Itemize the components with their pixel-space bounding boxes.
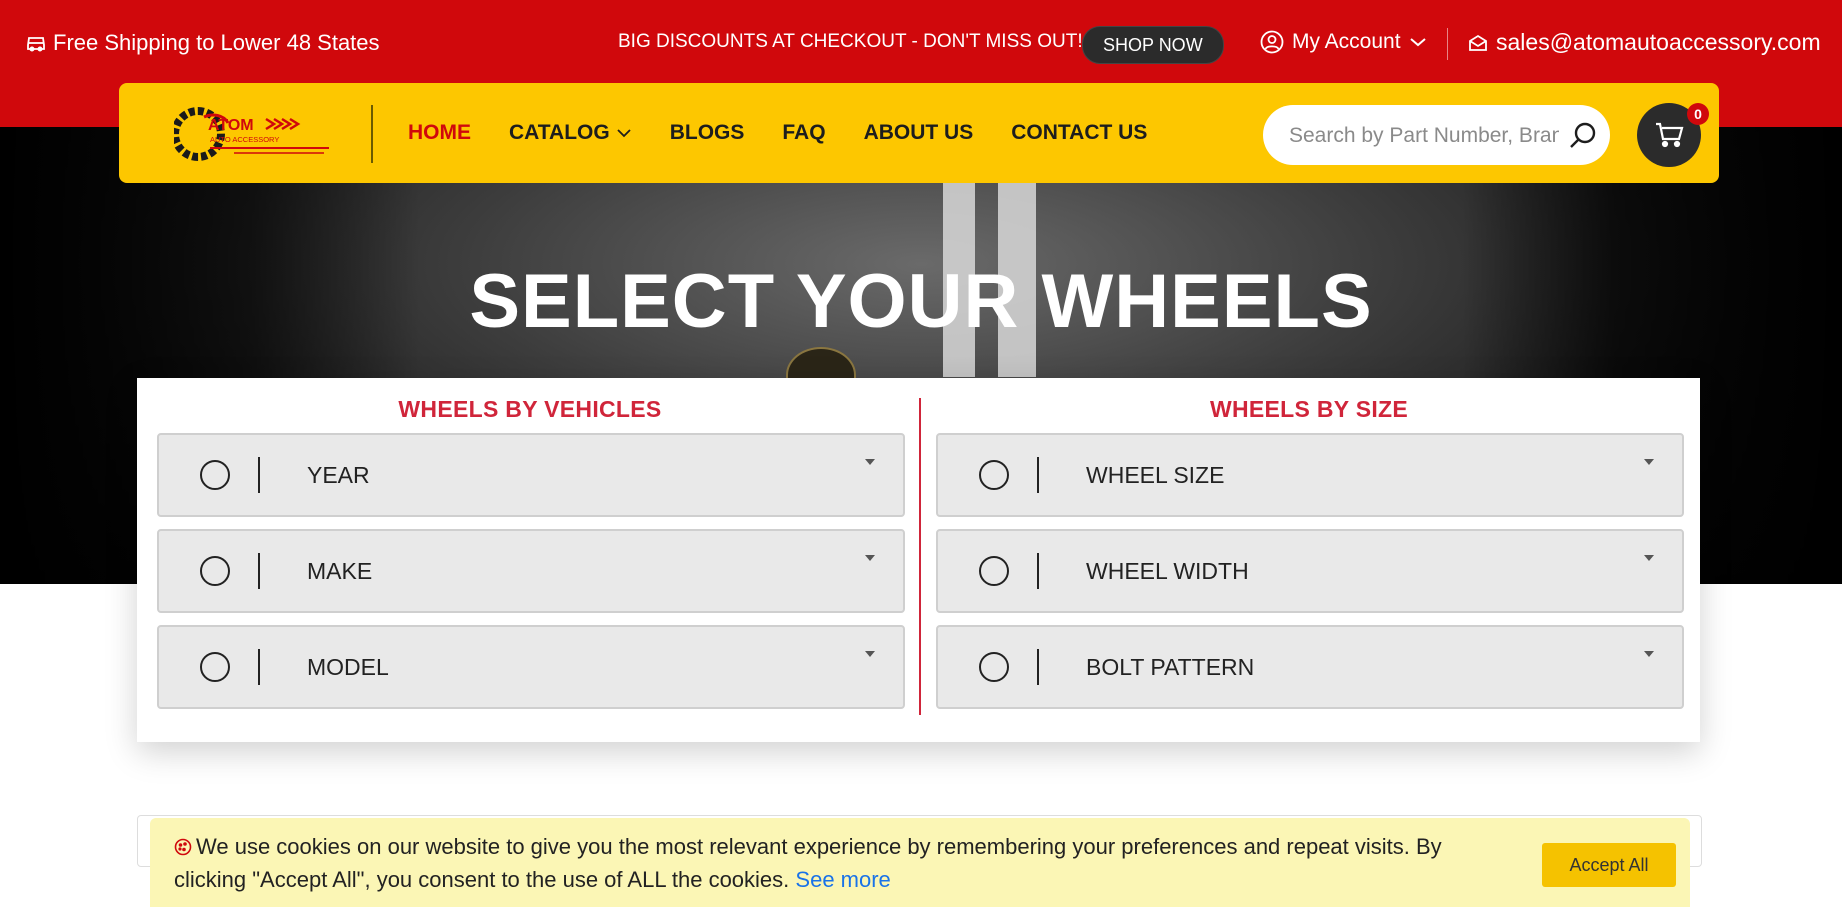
wheels-by-vehicles-heading: WHEELS BY VEHICLES bbox=[398, 396, 662, 422]
caret-down-icon bbox=[865, 459, 875, 465]
logo-graphic: ATOM AUTO ACCESSORY bbox=[171, 107, 329, 161]
truck-icon bbox=[27, 37, 45, 52]
wheels-by-vehicles-section: WHEELS BY VEHICLES YEAR MAKE MODEL bbox=[157, 396, 905, 709]
wheel-size-radio[interactable] bbox=[979, 460, 1009, 490]
model-label: MODEL bbox=[307, 654, 389, 680]
caret-down-icon bbox=[1644, 555, 1654, 561]
my-account-label: My Account bbox=[1292, 30, 1401, 53]
nav-catalog-label: CATALOG bbox=[509, 121, 610, 144]
wheel-size-label: WHEEL SIZE bbox=[1086, 462, 1225, 488]
nav-home[interactable]: HOME bbox=[408, 121, 471, 145]
make-radio[interactable] bbox=[200, 556, 230, 586]
mail-icon bbox=[1469, 34, 1487, 51]
user-circle-icon bbox=[1260, 30, 1284, 54]
model-radio[interactable] bbox=[200, 652, 230, 682]
accept-all-button[interactable]: Accept All bbox=[1542, 843, 1676, 887]
make-select[interactable]: MAKE bbox=[157, 529, 905, 613]
caret-down-icon bbox=[1644, 459, 1654, 465]
field-separator bbox=[258, 649, 260, 685]
email-address: sales@atomautoaccessory.com bbox=[1496, 29, 1821, 55]
chevron-down-icon bbox=[617, 129, 631, 138]
shop-now-button[interactable]: SHOP NOW bbox=[1082, 26, 1224, 64]
cart-count-badge: 0 bbox=[1687, 103, 1709, 125]
wheel-selector-panel: WHEELS BY VEHICLES YEAR MAKE MODEL WHEEL… bbox=[137, 378, 1700, 742]
svg-text:ATOM: ATOM bbox=[208, 117, 254, 134]
search-box bbox=[1263, 105, 1610, 165]
make-label: MAKE bbox=[307, 558, 373, 584]
nav-divider bbox=[371, 105, 373, 163]
bolt-pattern-select[interactable]: BOLT PATTERN bbox=[936, 625, 1684, 709]
free-shipping-text: Free Shipping to Lower 48 States bbox=[53, 30, 380, 55]
cart-icon bbox=[1656, 122, 1684, 148]
main-navbar: ATOM AUTO ACCESSORY HOME CATALOG BLOGS F… bbox=[119, 83, 1719, 183]
cart-button[interactable]: 0 bbox=[1637, 103, 1709, 167]
year-select[interactable]: YEAR bbox=[157, 433, 905, 517]
search-button[interactable] bbox=[1568, 121, 1598, 156]
free-shipping-notice: Free Shipping to Lower 48 States bbox=[25, 30, 380, 56]
topbar-separator bbox=[1447, 28, 1448, 60]
model-select[interactable]: MODEL bbox=[157, 625, 905, 709]
hero-title: SELECT YOUR WHEELS bbox=[469, 259, 1373, 344]
wheel-width-label: WHEEL WIDTH bbox=[1086, 558, 1249, 584]
search-input[interactable] bbox=[1287, 119, 1561, 153]
field-separator bbox=[258, 457, 260, 493]
field-separator bbox=[1037, 649, 1039, 685]
promo-text: BIG DISCOUNTS AT CHECKOUT - DON'T MISS O… bbox=[618, 31, 1083, 52]
wheels-by-size-section: WHEELS BY SIZE WHEEL SIZE WHEEL WIDTH BO… bbox=[936, 396, 1684, 709]
nav-links: HOME CATALOG BLOGS FAQ ABOUT US CONTACT … bbox=[408, 121, 1147, 145]
cookie-banner: We use cookies on our website to give yo… bbox=[150, 818, 1690, 907]
bolt-pattern-radio[interactable] bbox=[979, 652, 1009, 682]
field-separator bbox=[258, 553, 260, 589]
wheel-width-radio[interactable] bbox=[979, 556, 1009, 586]
nav-catalog[interactable]: CATALOG bbox=[509, 121, 632, 145]
cookie-message: We use cookies on our website to give yo… bbox=[174, 830, 1494, 896]
see-more-link[interactable]: See more bbox=[795, 867, 890, 892]
wheels-by-size-heading: WHEELS BY SIZE bbox=[1209, 396, 1409, 422]
caret-down-icon bbox=[865, 651, 875, 657]
search-icon bbox=[1570, 122, 1596, 148]
caret-down-icon bbox=[865, 555, 875, 561]
nav-about-us[interactable]: ABOUT US bbox=[864, 121, 974, 145]
my-account-menu[interactable]: My Account bbox=[1260, 30, 1427, 54]
site-logo[interactable]: ATOM AUTO ACCESSORY bbox=[171, 105, 329, 163]
nav-blogs[interactable]: BLOGS bbox=[670, 121, 745, 145]
chevron-down-icon bbox=[1409, 38, 1426, 47]
wheel-size-select[interactable]: WHEEL SIZE bbox=[936, 433, 1684, 517]
field-separator bbox=[1037, 457, 1039, 493]
field-separator bbox=[1037, 553, 1039, 589]
bolt-pattern-label: BOLT PATTERN bbox=[1086, 654, 1255, 680]
year-label: YEAR bbox=[307, 462, 370, 488]
caret-down-icon bbox=[1644, 651, 1654, 657]
cookie-icon bbox=[174, 838, 192, 856]
nav-faq[interactable]: FAQ bbox=[782, 121, 825, 145]
svg-text:AUTO ACCESSORY: AUTO ACCESSORY bbox=[210, 135, 279, 144]
nav-contact-us[interactable]: CONTACT US bbox=[1011, 121, 1147, 145]
panel-divider bbox=[919, 398, 921, 715]
wheel-width-select[interactable]: WHEEL WIDTH bbox=[936, 529, 1684, 613]
email-link[interactable]: sales@atomautoaccessory.com bbox=[1468, 29, 1821, 56]
year-radio[interactable] bbox=[200, 460, 230, 490]
